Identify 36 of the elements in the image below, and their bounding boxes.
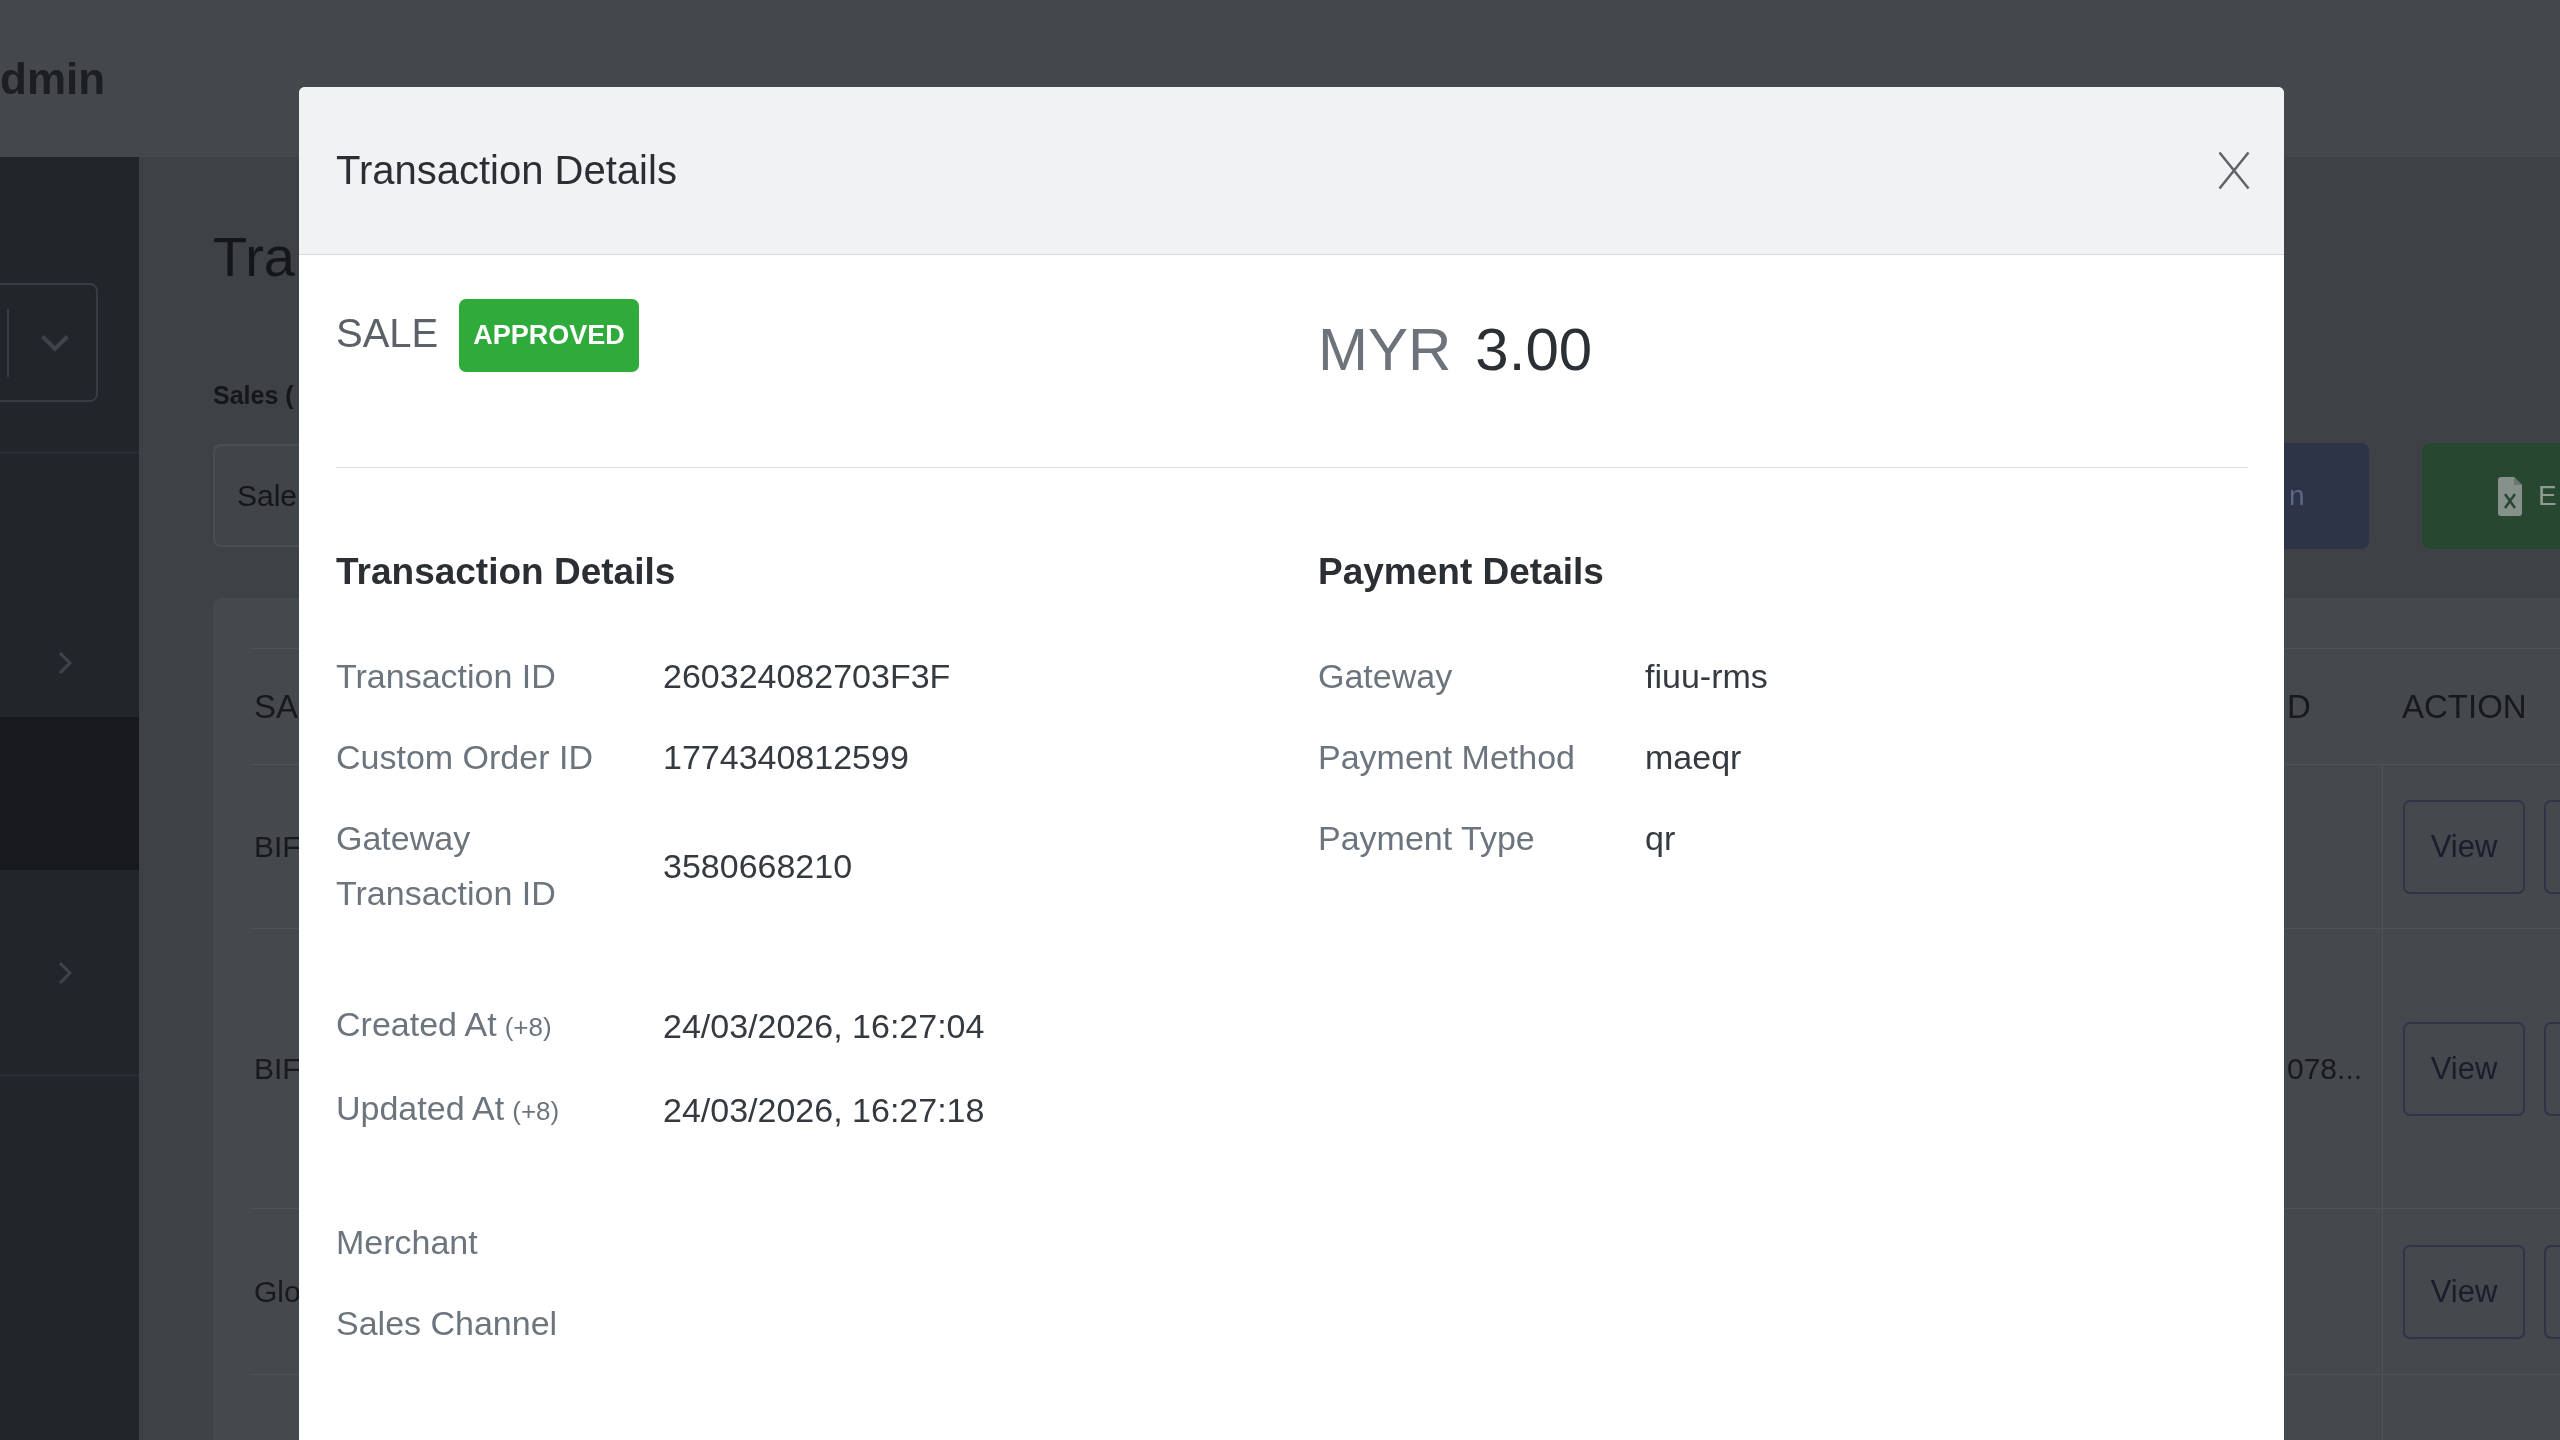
amount-value: 3.00 xyxy=(1475,320,1593,380)
field-label: Payment Type xyxy=(1318,818,1535,859)
dialog-title: Transaction Details xyxy=(336,148,677,193)
field-label: Created At xyxy=(336,1004,497,1045)
field-value: 24/03/2026, 16:27:04 xyxy=(663,1005,985,1047)
field-value: 1774340812599 xyxy=(663,737,909,778)
field-value: 24/03/2026, 16:27:18 xyxy=(663,1089,985,1131)
field-value: qr xyxy=(1645,818,1676,859)
section-heading: Transaction Details xyxy=(336,550,676,594)
sidebar-item[interactable] xyxy=(0,717,139,870)
field-value: fiuu-rms xyxy=(1645,656,1768,697)
currency-code: MYR xyxy=(1318,320,1452,380)
field-value: 260324082703F3F xyxy=(663,656,951,697)
field-label: Payment Method xyxy=(1318,737,1576,778)
export-button[interactable]: E xyxy=(2422,443,2560,549)
field-label: Updated At xyxy=(336,1088,505,1129)
spreadsheet-file-icon xyxy=(2498,476,2522,516)
field-label: Sales Channel xyxy=(336,1303,558,1344)
close-icon xyxy=(2218,151,2250,190)
status-badge: APPROVED xyxy=(459,299,639,372)
field-label: Merchant xyxy=(336,1222,478,1263)
timezone-note: (+8) xyxy=(504,1011,552,1044)
transaction-type: SALE xyxy=(336,313,439,353)
timezone-note: (+8) xyxy=(512,1095,560,1128)
close-button[interactable] xyxy=(2218,151,2250,190)
field-value: maeqr xyxy=(1645,737,1742,778)
field-label: Custom Order ID xyxy=(336,737,593,778)
primary-button[interactable]: n xyxy=(2284,443,2369,549)
field-label: Gateway xyxy=(1318,656,1453,697)
selector-dropdown[interactable] xyxy=(0,283,98,402)
chevron-down-icon xyxy=(40,333,70,352)
field-label: Transaction ID xyxy=(336,656,556,697)
field-value: 3580668210 xyxy=(663,845,853,887)
button-label: E xyxy=(2538,480,2557,512)
field-label: Gateway Transaction ID xyxy=(336,818,557,914)
section-heading: Payment Details xyxy=(1318,550,1604,594)
